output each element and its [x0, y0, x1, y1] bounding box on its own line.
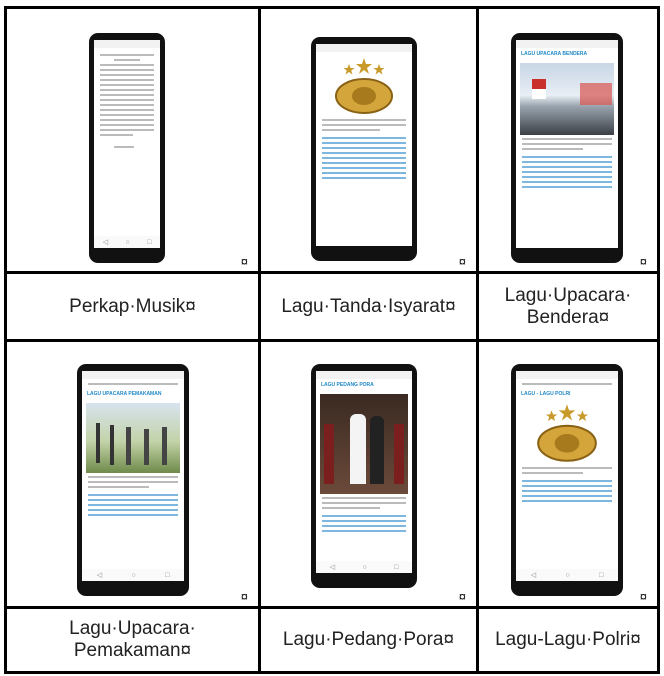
cell-mark: ¤ — [639, 254, 647, 269]
image-cell-lagu-upacara-bendera: LAGU UPACARA BENDERA ¤ — [479, 9, 657, 271]
recent-icon: □ — [394, 563, 399, 571]
home-icon: ○ — [362, 563, 367, 571]
home-icon: ○ — [131, 571, 136, 579]
back-icon: ◁ — [530, 572, 537, 579]
cell-mark: ¤ — [458, 589, 466, 604]
cell-mark: ¤ — [240, 589, 248, 604]
caption-perkap-musik: Perkap·Musik¤ — [7, 274, 258, 339]
phone-screenshot-lagu-lagu-polri: LAGU - LAGU POLRI ◁ ○ □ — [511, 364, 623, 596]
caption-lagu-upacara-bendera: Lagu·Upacara· Bendera¤ — [479, 274, 657, 339]
image-cell-lagu-upacara-pemakaman: LAGU UPACARA PEMAKAMAN ◁ ○ □ ¤ — [7, 342, 258, 606]
cell-mark: ¤ — [458, 254, 466, 269]
screen-title: LAGU PEDANG PORA — [321, 382, 374, 388]
caption-lagu-tanda-isyarat: Lagu·Tanda·Isyarat¤ — [261, 274, 476, 339]
caption-lagu-pedang-pora: Lagu·Pedang·Pora¤ — [261, 609, 476, 671]
pedang-pora-photo — [320, 394, 408, 494]
funeral-ceremony-photo — [86, 403, 180, 473]
back-icon: ◁ — [102, 239, 109, 246]
phone-screenshot-lagu-tanda-isyarat — [311, 37, 417, 261]
phone-screenshot-perkap-musik: ◁ ○ □ — [89, 33, 165, 263]
caption-lagu-lagu-polri: Lagu-Lagu·Polri¤ — [479, 609, 657, 671]
recent-icon: □ — [599, 571, 604, 579]
image-cell-lagu-pedang-pora: LAGU PEDANG PORA ◁ ○ □ ¤ — [261, 342, 476, 606]
screen-title: LAGU UPACARA PEMAKAMAN — [87, 391, 162, 397]
back-icon: ◁ — [96, 572, 103, 579]
cell-mark: ¤ — [639, 589, 647, 604]
image-cell-perkap-musik: ◁ ○ □ ¤ — [7, 9, 258, 271]
screen-title: LAGU UPACARA BENDERA — [521, 51, 588, 57]
polri-emblem-icon — [537, 404, 597, 462]
home-icon: ○ — [565, 571, 570, 579]
image-cell-lagu-lagu-polri: LAGU - LAGU POLRI ◁ ○ □ ¤ — [479, 342, 657, 606]
image-cell-lagu-tanda-isyarat: ¤ — [261, 9, 476, 271]
back-icon: ◁ — [329, 564, 336, 571]
recent-icon: □ — [165, 571, 170, 579]
screen-title: LAGU - LAGU POLRI — [521, 391, 571, 397]
caption-lagu-upacara-pemakaman: Lagu·Upacara· Pemakaman¤ — [7, 609, 258, 671]
recent-icon: □ — [147, 238, 152, 246]
polri-emblem-icon — [335, 58, 393, 114]
phone-screenshot-lagu-upacara-bendera: LAGU UPACARA BENDERA — [511, 33, 623, 263]
cell-mark: ¤ — [240, 254, 248, 269]
phone-screenshot-lagu-pedang-pora: LAGU PEDANG PORA ◁ ○ □ — [311, 364, 417, 588]
flag-ceremony-photo — [520, 63, 614, 135]
document-table: ◁ ○ □ ¤ ¤ LAGU UPACARA BENDERA ¤ Perkap·… — [4, 6, 660, 674]
home-icon: ○ — [125, 238, 130, 246]
phone-screenshot-lagu-upacara-pemakaman: LAGU UPACARA PEMAKAMAN ◁ ○ □ — [77, 364, 189, 596]
